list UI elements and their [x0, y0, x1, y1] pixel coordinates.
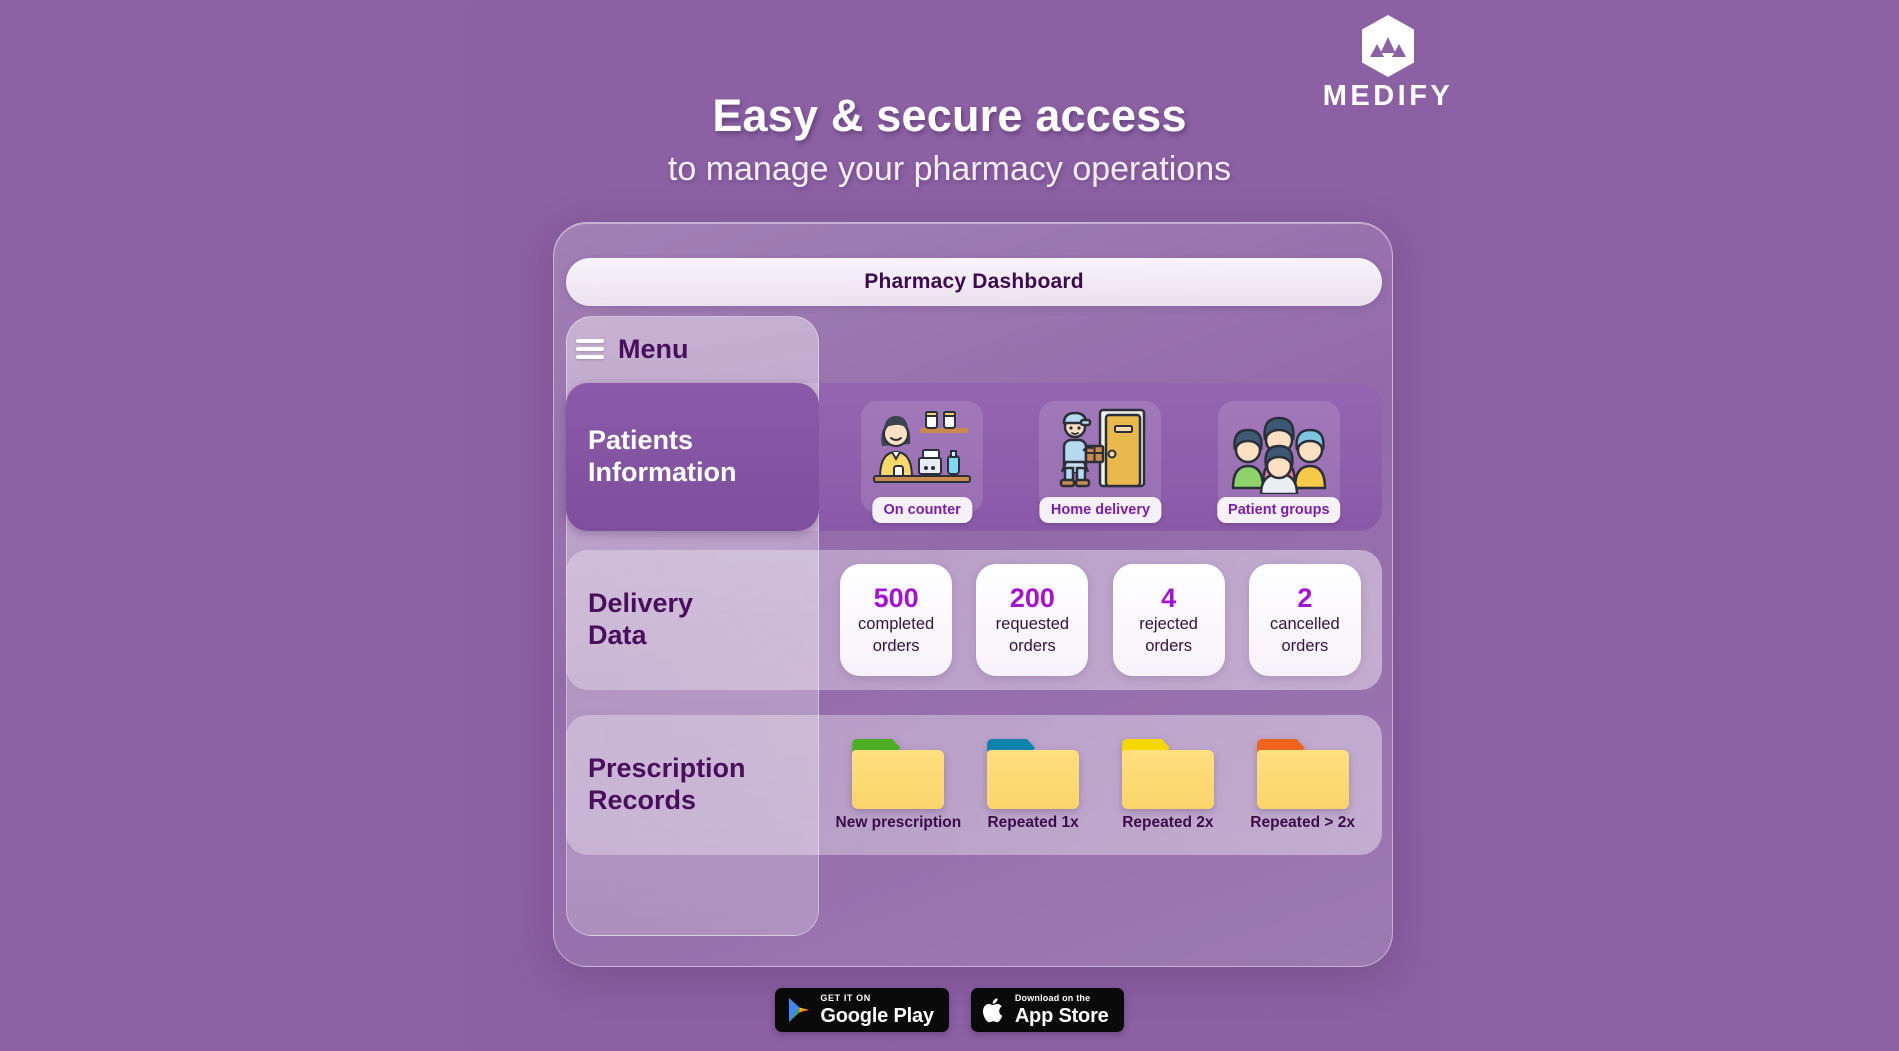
badge-small-text: Download on the [1014, 993, 1091, 1003]
dashboard-title: Pharmacy Dashboard [864, 270, 1084, 293]
stat-label-line1: requested [995, 615, 1070, 634]
badge-big-text: App Store [1014, 1005, 1109, 1027]
stat-label-line1: cancelled [1270, 615, 1340, 634]
row-label-line2: Records [588, 785, 697, 815]
stat-card-completed[interactable]: 500 completed orders [840, 564, 953, 676]
row-label-line1: Delivery [588, 588, 694, 619]
stat-label-line2: orders [872, 636, 920, 655]
app-store-badge[interactable]: Download on the App Store [970, 988, 1124, 1032]
stat-value: 4 [1161, 582, 1177, 613]
stat-label-line2: orders [1281, 636, 1329, 655]
tile-on-counter[interactable]: On counter [861, 401, 984, 523]
prescription-folders-group: New prescription Repeated 1x Repeated 2x [819, 715, 1382, 855]
stat-value: 500 [873, 582, 919, 613]
folder-label: Repeated 1x [987, 813, 1079, 831]
folder-label: Repeated 2x [1122, 813, 1214, 831]
folder-icon [987, 738, 1080, 809]
google-play-icon [789, 998, 810, 1022]
folder-body [1121, 749, 1214, 809]
row-label-line1: Patients [588, 425, 694, 456]
row-label-line2: Information [588, 457, 737, 487]
folder-body [852, 749, 945, 809]
headline-title: Easy & secure access [712, 90, 1187, 141]
stat-value: 200 [1009, 582, 1055, 613]
folder-body [987, 749, 1080, 809]
folder-label: Repeated > 2x [1250, 813, 1355, 831]
menu-header[interactable]: Menu [566, 321, 816, 377]
tile-label-home-delivery: Home delivery [1039, 497, 1162, 523]
dashboard-title-bar: Pharmacy Dashboard [566, 258, 1382, 306]
folder-cell-repeated-more-2x[interactable]: Repeated > 2x [1238, 738, 1368, 832]
tile-patient-groups[interactable]: Patient groups [1217, 401, 1341, 523]
headline-block: Easy & secure access to manage your phar… [0, 92, 1899, 189]
tile-home-delivery[interactable]: Home delivery [1039, 401, 1162, 523]
folder-body [1256, 749, 1349, 809]
pharmacist-counter-icon [873, 411, 972, 483]
stat-label-line1: rejected [1139, 615, 1198, 634]
folder-label: New prescription [835, 813, 962, 831]
hexagon-medify-icon [1362, 15, 1414, 77]
patient-group-people-icon [1231, 416, 1327, 494]
row-label-line2: Data [588, 620, 647, 650]
folder-cell-repeated-2x[interactable]: Repeated 2x [1103, 738, 1233, 832]
stat-label-line2: orders [1008, 636, 1056, 655]
stat-card-requested[interactable]: 200 requested orders [976, 564, 1089, 676]
stat-card-rejected[interactable]: 4 rejected orders [1112, 564, 1225, 676]
row-label-line1: Prescription [588, 753, 746, 784]
menu-label: Menu [618, 333, 689, 364]
hamburger-menu-icon[interactable] [576, 339, 604, 359]
tile-label-on-counter: On counter [872, 497, 972, 523]
delivery-courier-door-icon [1060, 408, 1146, 488]
folder-icon [852, 738, 945, 809]
patients-tiles-panel: On counter Home delivery Patient groups [819, 383, 1382, 531]
row-label-patients[interactable]: Patients Information [566, 383, 819, 531]
folder-cell-new-prescription[interactable]: New prescription [833, 738, 963, 832]
poster-canvas: MEDIFY Easy & secure access to manage yo… [0, 0, 1899, 1051]
row-delivery-data: Delivery Data 500 completed orders 200 r… [566, 550, 1382, 690]
stat-label-line2: orders [1145, 636, 1193, 655]
headline-subtitle: to manage your pharmacy operations [667, 150, 1232, 189]
row-prescription-records: Prescription Records New prescription Re… [566, 715, 1382, 855]
app-mockup-frame: Pharmacy Dashboard Menu Patients Informa… [553, 222, 1393, 967]
store-badges: GET IT ON Google Play Download on the Ap… [0, 988, 1899, 1032]
badge-small-text: GET IT ON [820, 993, 871, 1003]
folder-icon [1256, 738, 1349, 809]
badge-big-text: Google Play [820, 1005, 934, 1027]
row-label-records[interactable]: Prescription Records [566, 715, 819, 855]
apple-logo-icon [982, 997, 1003, 1022]
stat-card-cancelled[interactable]: 2 cancelled orders [1248, 564, 1361, 676]
folder-cell-repeated-1x[interactable]: Repeated 1x [968, 738, 1098, 832]
row-label-delivery[interactable]: Delivery Data [566, 550, 819, 690]
stat-label-line1: completed [858, 615, 935, 634]
google-play-badge[interactable]: GET IT ON Google Play [775, 988, 949, 1032]
delivery-stats-group: 500 completed orders 200 requested order… [819, 550, 1382, 690]
stat-value: 2 [1297, 582, 1313, 613]
folder-icon [1121, 738, 1214, 809]
tile-label-patient-groups: Patient groups [1217, 497, 1341, 523]
